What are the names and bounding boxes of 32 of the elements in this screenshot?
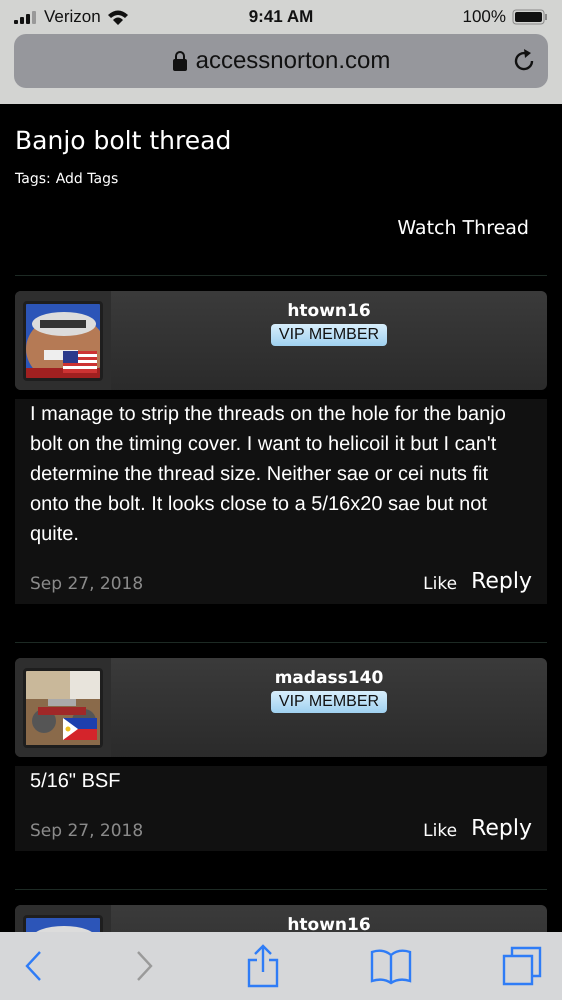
share-icon [246,944,280,988]
username[interactable]: htown16 [287,301,371,321]
book-icon [370,947,412,985]
member-badge: VIP MEMBER [270,691,388,713]
tabs-button[interactable] [502,946,542,986]
username[interactable]: madass140 [274,668,384,688]
post-text: 5/16" BSF [30,769,122,794]
carrier-name: Verizon [44,7,101,27]
wifi-icon [106,9,129,25]
tags-label: Tags: [15,171,51,187]
thread-title: Banjo bolt thread [15,125,232,155]
battery-percent: 100% [462,7,506,27]
member-badge: VIP MEMBER [270,324,388,346]
battery-icon [512,9,548,25]
reload-icon[interactable] [512,49,536,73]
address-bar[interactable]: accessnorton.com [14,34,548,88]
reply-link[interactable]: Reply [471,569,532,594]
username[interactable]: htown16 [287,915,371,933]
clock-time: 9:41 AM [248,7,314,27]
like-link[interactable]: Like [423,574,458,594]
post-text: I manage to strip the threads on the hole for the banjo bolt on the timing cover. I want to helicoil it but I can't determine the thread size. Neither sae or cei nuts fit onto the bolt. It looks close to a 5/16x20 sae but not quite. [30,402,507,547]
reply-link[interactable]: Reply [471,816,532,841]
lock-icon [172,50,188,72]
signal-icon [14,10,38,24]
bookmarks-button[interactable] [370,947,412,985]
add-tags-link[interactable]: Add Tags [56,171,118,187]
share-button[interactable] [246,944,280,988]
post-date: Sep 27, 2018 [30,821,144,841]
post-date: Sep 27, 2018 [30,574,144,594]
tabs-icon [502,946,542,986]
like-link[interactable]: Like [423,821,458,841]
watch-thread-link[interactable]: Watch Thread [397,217,529,239]
